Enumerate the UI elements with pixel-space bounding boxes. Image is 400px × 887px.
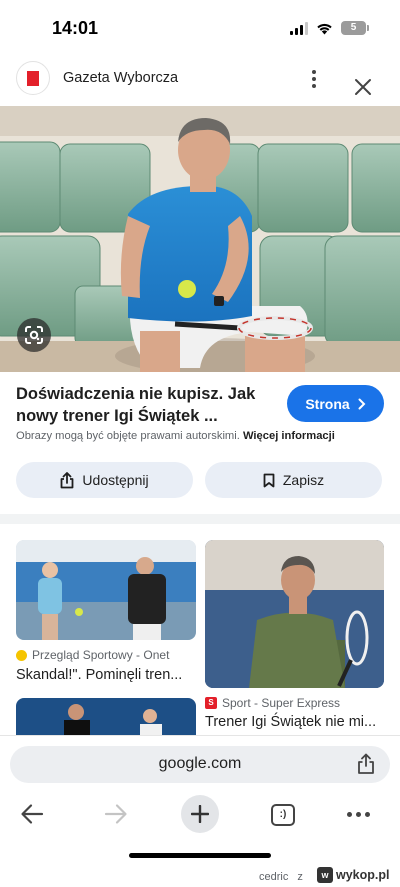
lens-icon[interactable] [17,318,51,352]
watermark-user: cedric z [259,871,303,883]
related-source-1-text: Przegląd Sportowy - Onet [32,648,170,662]
save-label: Zapisz [282,472,325,488]
result-header: Gazeta Wyborcza [0,58,400,106]
signal-icon [290,21,308,35]
watermark-username: cedric [259,871,289,883]
visit-page-button[interactable]: Strona [287,385,384,422]
related-image-1[interactable] [16,540,196,640]
copyright-text: Obrazy mogą być objęte prawami autorskim… [16,430,240,442]
more-info-link[interactable]: Więcej informacji [243,430,335,442]
result-title-line-1: Doświadczenia nie kupisz. Jak [16,385,256,403]
status-bar: 14:01 5 [0,0,400,58]
browser-bottom-bar: google.com :) [0,735,400,887]
watermark-separator: z [297,871,303,883]
browser-toolbar: :) [0,794,400,834]
related-source-2-text: Sport - Super Express [222,696,341,710]
tennis-coach-photo [0,106,400,372]
result-title-line-2: nowy trener Igi Świątek ... [16,407,218,425]
bookmark-icon [263,473,275,487]
related-title-1[interactable]: Skandal!". Pominęli tren... [16,667,182,683]
result-title[interactable]: Doświadczenia nie kupisz. Jak nowy trene… [16,383,278,427]
status-time: 14:01 [52,18,99,38]
site-name[interactable]: Gazeta Wyborcza [63,70,178,86]
forward-arrow-icon[interactable] [104,803,128,825]
plus-icon [191,805,209,823]
address-bar[interactable]: google.com [10,746,390,783]
super-express-source-icon: S [205,697,217,709]
related-image-3[interactable] [16,698,196,738]
site-logo-icon[interactable] [16,61,50,95]
share-icon [61,471,74,488]
share-label: Udostępnij [82,472,149,488]
url-text: google.com [158,755,242,772]
status-icons: 5 [290,21,369,35]
hero-image[interactable] [0,106,400,372]
home-indicator [129,853,271,858]
wykop-logo-icon: w [317,867,333,883]
related-source-1: Przegląd Sportowy - Onet [16,648,169,662]
visit-page-label: Strona [305,395,350,412]
back-arrow-icon[interactable] [20,803,44,825]
related-image-2[interactable] [205,540,384,688]
watermark-brand: wykop.pl [336,868,390,882]
section-divider [0,514,400,524]
close-icon[interactable] [352,76,374,98]
related-title-2[interactable]: Trener Igi Świątek nie mi... [205,714,376,730]
copyright-notice: Obrazy mogą być objęte prawami autorskim… [16,430,335,442]
tab-switcher-button[interactable]: :) [271,804,295,826]
battery-icon: 5 [341,21,369,35]
onet-source-icon [16,649,27,661]
more-horiz-icon[interactable] [347,812,370,817]
save-button[interactable]: Zapisz [205,462,382,498]
chevron-right-icon [358,398,366,409]
share-button[interactable]: Udostępnij [16,462,193,498]
share-icon[interactable] [356,753,376,775]
wifi-icon [317,23,332,34]
more-vert-icon[interactable] [303,68,325,90]
related-source-2: S Sport - Super Express [205,696,340,710]
new-tab-button[interactable] [181,795,219,833]
watermark-logo: w wykop.pl [317,867,389,883]
